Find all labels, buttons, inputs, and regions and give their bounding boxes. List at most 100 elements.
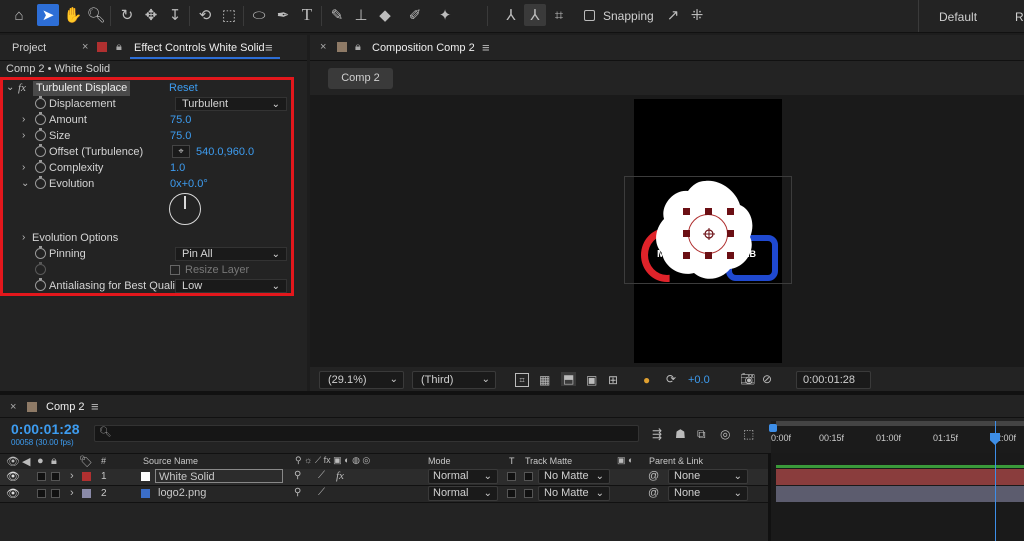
collapse-switch-icon[interactable]: ⚲ bbox=[294, 487, 301, 498]
close-icon[interactable]: × bbox=[10, 401, 16, 413]
matte-pickwhip[interactable] bbox=[524, 489, 533, 498]
collapse-triangle-icon[interactable]: ⌄ bbox=[21, 178, 29, 189]
stopwatch-icon[interactable] bbox=[35, 160, 46, 173]
pen-tool-icon[interactable]: ✒ bbox=[272, 4, 294, 26]
zoom-dropdown[interactable]: (29.1%) ⌄ bbox=[319, 371, 404, 389]
guides-icon[interactable]: ⊞ bbox=[608, 373, 618, 387]
solo-icon[interactable]: ● bbox=[37, 455, 44, 467]
panel-menu-icon[interactable]: ≡ bbox=[482, 40, 490, 55]
lock-icon[interactable]: 🔒︎ bbox=[355, 41, 361, 54]
track-matte-dropdown[interactable]: No Matte ⌄ bbox=[538, 486, 610, 501]
expand-triangle-icon[interactable]: › bbox=[22, 162, 25, 173]
tab-project[interactable]: Project bbox=[12, 42, 46, 54]
preserve-transparency-toggle[interactable] bbox=[507, 489, 516, 498]
preserve-transparency-toggle[interactable] bbox=[507, 472, 516, 481]
region-of-interest-icon[interactable]: ▣ bbox=[586, 373, 597, 387]
fast-preview-icon[interactable]: ⌗ bbox=[515, 373, 529, 387]
frame-blending-icon[interactable]: ⧉ bbox=[697, 427, 706, 442]
evolution-dial[interactable] bbox=[169, 193, 201, 225]
stopwatch-icon[interactable] bbox=[35, 128, 46, 141]
offset-value[interactable]: 540.0,960.0 bbox=[196, 146, 254, 158]
puppet-pin-icon[interactable]: ✦ bbox=[434, 4, 456, 26]
collapse-triangle-icon[interactable]: ⌄ bbox=[6, 82, 14, 93]
selection-tool-icon[interactable]: ➤ bbox=[37, 4, 59, 26]
composition-viewer[interactable]: M AB bbox=[310, 95, 1024, 367]
fx-toggle[interactable]: fx bbox=[18, 82, 26, 94]
stopwatch-icon[interactable] bbox=[35, 246, 46, 259]
fx-switch-icon[interactable]: fx bbox=[336, 470, 344, 482]
layer-name[interactable]: White Solid bbox=[155, 469, 283, 483]
stopwatch-icon[interactable] bbox=[35, 144, 46, 157]
lock-toggle[interactable] bbox=[51, 472, 60, 481]
eraser-icon[interactable]: ◆ bbox=[374, 4, 396, 26]
layer-row[interactable]: 👁︎ › 1 White Solid ⚲ ⟋ fx Normal ⌄ No Mat… bbox=[0, 469, 771, 486]
layer-bar-1[interactable] bbox=[776, 469, 1024, 485]
work-area-bar[interactable] bbox=[776, 465, 1024, 468]
expand-triangle-icon[interactable]: › bbox=[22, 232, 25, 243]
time-ruler[interactable]: 0:00f 00:15f 01:00f 01:15f 02:00f bbox=[769, 421, 1024, 455]
pinning-dropdown[interactable]: Pin All ⌄ bbox=[175, 247, 287, 261]
lock-toggle[interactable] bbox=[51, 489, 60, 498]
expand-triangle-icon[interactable]: › bbox=[70, 487, 74, 499]
axis-world-icon[interactable]: ⅄ bbox=[524, 4, 546, 26]
eye-icon[interactable]: 👁︎ bbox=[6, 487, 20, 500]
video-toggle-icon[interactable]: 👁︎ bbox=[6, 455, 20, 468]
lock-icon[interactable]: 🔒︎ bbox=[116, 41, 122, 54]
axis-local-icon[interactable]: ⅄ bbox=[500, 4, 522, 26]
solo-toggle[interactable] bbox=[37, 489, 46, 498]
home-icon[interactable]: ⌂ bbox=[8, 4, 30, 26]
rotate-tool-icon[interactable]: ⟲ bbox=[194, 4, 216, 26]
stopwatch-icon[interactable] bbox=[35, 112, 46, 125]
dolly-camera-icon[interactable]: ↧ bbox=[164, 4, 186, 26]
transform-handles[interactable] bbox=[680, 205, 738, 263]
close-icon[interactable]: × bbox=[320, 41, 326, 53]
expand-triangle-icon[interactable]: › bbox=[22, 130, 25, 141]
evolution-value[interactable]: 0x+0.0° bbox=[170, 178, 208, 190]
panel-menu-icon[interactable]: ≡ bbox=[265, 40, 273, 55]
mode-dropdown[interactable]: Normal ⌄ bbox=[428, 469, 498, 484]
workspace-default[interactable]: Default bbox=[939, 10, 977, 24]
track-area[interactable] bbox=[771, 421, 1024, 541]
tab-effect-controls[interactable]: Effect Controls White Solid bbox=[134, 42, 265, 54]
antialiasing-dropdown[interactable]: Low ⌄ bbox=[175, 279, 287, 293]
effect-name[interactable]: Turbulent Displace bbox=[33, 81, 131, 96]
layer-bar-2[interactable] bbox=[776, 486, 1024, 502]
tab-composition[interactable]: Composition Comp 2 bbox=[372, 42, 475, 54]
mode-dropdown[interactable]: Normal ⌄ bbox=[428, 486, 498, 501]
stopwatch-icon[interactable] bbox=[35, 96, 46, 109]
reset-exposure-icon[interactable]: ⟳ bbox=[666, 372, 676, 386]
brush-tool-icon[interactable]: ✎ bbox=[326, 4, 348, 26]
size-value[interactable]: 75.0 bbox=[170, 130, 191, 142]
resolution-dropdown[interactable]: (Third) ⌄ bbox=[412, 371, 496, 389]
comp-flowchart-icon[interactable]: ⇶ bbox=[652, 427, 662, 441]
amount-value[interactable]: 75.0 bbox=[170, 114, 191, 126]
workspace-more[interactable]: Re bbox=[1015, 10, 1024, 24]
current-time-display[interactable]: 0:00:01:28 bbox=[796, 371, 871, 389]
pan-behind-icon[interactable]: ⬚ bbox=[218, 4, 240, 26]
comp-name-button[interactable]: Comp 2 bbox=[328, 68, 393, 89]
exposure-value[interactable]: +0.0 bbox=[688, 374, 710, 386]
matte-pickwhip[interactable] bbox=[524, 472, 533, 481]
pan-camera-icon[interactable]: ✥ bbox=[140, 4, 162, 26]
zoom-tool-icon[interactable]: 🔍︎ bbox=[85, 4, 107, 26]
transparency-grid-icon[interactable]: ▦ bbox=[539, 373, 550, 387]
graph-editor-icon[interactable]: ⬚ bbox=[743, 427, 754, 441]
layer-label-color[interactable] bbox=[82, 472, 91, 481]
parent-dropdown[interactable]: None ⌄ bbox=[668, 486, 748, 501]
orbit-camera-icon[interactable]: ↻ bbox=[116, 4, 138, 26]
snapping-checkbox[interactable] bbox=[584, 10, 595, 21]
color-channels-icon[interactable]: ● bbox=[643, 373, 650, 387]
quality-switch-icon[interactable]: ⟋ bbox=[318, 487, 325, 498]
parent-pickwhip-icon[interactable]: @ bbox=[648, 470, 659, 482]
type-tool-icon[interactable]: T bbox=[296, 4, 318, 26]
tab-timeline-comp[interactable]: Comp 2 bbox=[46, 401, 85, 413]
point-target-icon[interactable]: ⌖ bbox=[172, 145, 190, 158]
show-snapshot-icon[interactable]: ⊘ bbox=[762, 372, 772, 386]
parent-pickwhip-icon[interactable]: @ bbox=[648, 487, 659, 499]
label-tag-icon[interactable]: 🏷︎ bbox=[79, 455, 93, 468]
panel-menu-icon[interactable]: ≡ bbox=[91, 399, 99, 414]
snapshot-camera-icon[interactable]: 📷︎ bbox=[740, 372, 755, 386]
motion-blur-icon[interactable]: ◎ bbox=[720, 427, 730, 441]
shy-layers-icon[interactable]: ☗ bbox=[675, 427, 686, 441]
quality-switch-icon[interactable]: ⟋ bbox=[318, 470, 325, 481]
